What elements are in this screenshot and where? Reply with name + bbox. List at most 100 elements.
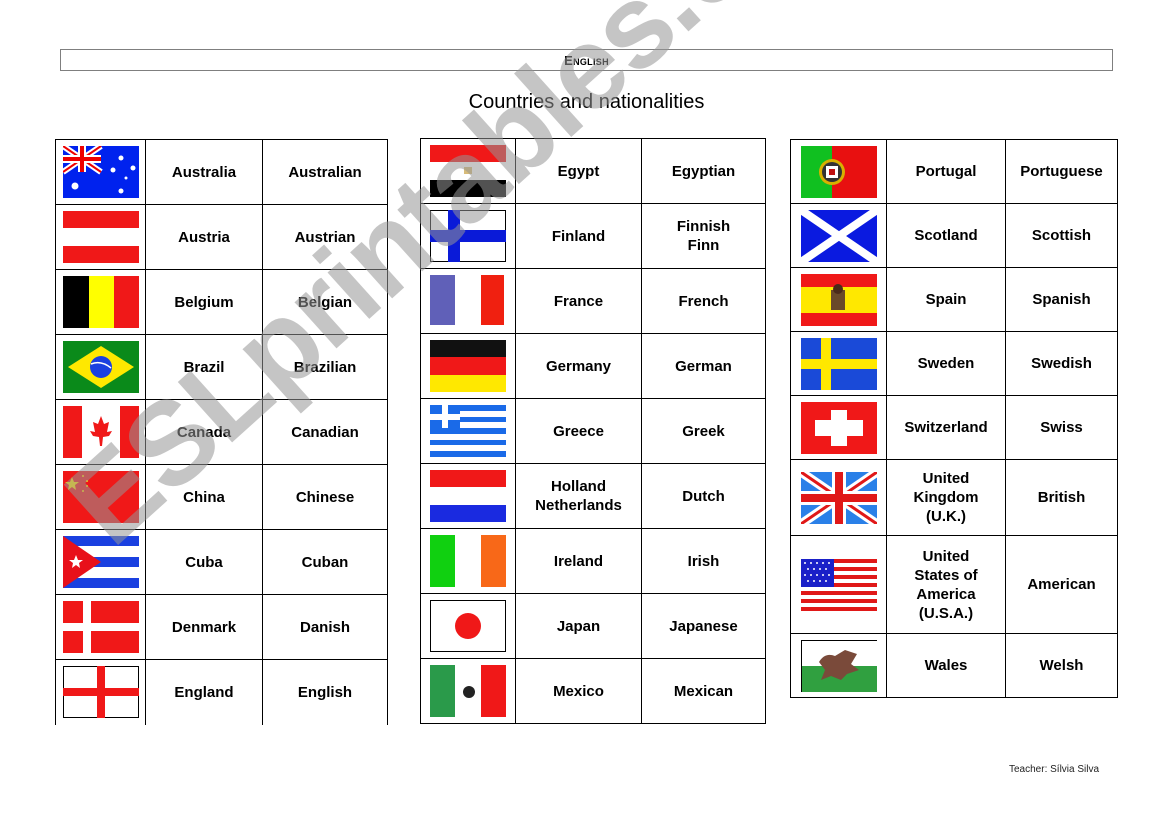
germany-flag-icon xyxy=(430,340,506,392)
country-cell: United States of America (U.S.A.) xyxy=(886,535,1006,634)
table-row: France French xyxy=(420,268,766,334)
flag-cell xyxy=(790,267,887,332)
china-flag-icon xyxy=(62,471,139,523)
belgium-flag-icon xyxy=(62,276,139,328)
australia-flag-icon xyxy=(62,146,139,198)
nationality-cell: Mexican xyxy=(641,658,766,724)
flag-cell xyxy=(55,659,146,725)
japan-flag-icon xyxy=(430,600,506,652)
country-cell: Egypt xyxy=(515,138,642,204)
table-row: United States of America (U.S.A.) America… xyxy=(790,535,1118,634)
uk-flag-icon xyxy=(800,471,877,524)
nationality-cell: German xyxy=(641,333,766,399)
country-cell: Denmark xyxy=(145,594,263,660)
table-row: Cuba Cuban xyxy=(55,529,388,595)
flag-cell xyxy=(420,398,516,464)
scotland-flag-icon xyxy=(800,209,877,262)
table-row: Scotland Scottish xyxy=(790,203,1118,268)
nationality-cell: British xyxy=(1005,459,1118,536)
nationality-cell: Austrian xyxy=(262,204,388,270)
flag-cell xyxy=(790,535,887,634)
nationality-cell: Spanish xyxy=(1005,267,1118,332)
table-row: United Kingdom (U.K.) British xyxy=(790,459,1118,536)
egypt-flag-icon xyxy=(430,145,506,197)
nationality-cell: Cuban xyxy=(262,529,388,595)
table-row: Finland Finnish Finn xyxy=(420,203,766,269)
nationality-table-3: Portugal Portuguese Scotland Scottish Spain S… xyxy=(790,139,1118,698)
flag-cell xyxy=(790,395,887,460)
country-cell: Brazil xyxy=(145,334,263,400)
flag-cell xyxy=(55,399,146,465)
country-cell: Sweden xyxy=(886,331,1006,396)
country-cell: United Kingdom (U.K.) xyxy=(886,459,1006,536)
country-cell: Germany xyxy=(515,333,642,399)
teacher-credit: Teacher: Sílvia Silva xyxy=(1009,764,1100,775)
nationality-cell: Swiss xyxy=(1005,395,1118,460)
table-row: Holland Netherlands Dutch xyxy=(420,463,766,529)
england-flag-icon xyxy=(62,666,139,719)
mexico-flag-icon xyxy=(430,665,506,717)
netherlands-flag-icon xyxy=(430,470,506,522)
table-row: Germany German xyxy=(420,333,766,399)
country-cell: Canada xyxy=(145,399,263,465)
usa-flag-icon xyxy=(800,558,877,611)
table-row: Brazil Brazilian xyxy=(55,334,388,400)
table-row: Greece Greek xyxy=(420,398,766,464)
nationality-cell: Japanese xyxy=(641,593,766,659)
austria-flag-icon xyxy=(62,211,139,263)
flag-cell xyxy=(55,139,146,205)
table-row: Wales Welsh xyxy=(790,633,1118,698)
nationality-cell: Swedish xyxy=(1005,331,1118,396)
country-cell: Austria xyxy=(145,204,263,270)
flag-cell xyxy=(420,138,516,204)
table-row: Mexico Mexican xyxy=(420,658,766,724)
subject-label: English xyxy=(564,52,609,68)
flag-cell xyxy=(420,658,516,724)
country-cell: England xyxy=(145,659,263,725)
table-row: Ireland Irish xyxy=(420,528,766,594)
table-row: Austria Austrian xyxy=(55,204,388,270)
flag-cell xyxy=(55,464,146,530)
flag-cell xyxy=(55,204,146,270)
nationality-cell: Finnish Finn xyxy=(641,203,766,269)
flag-cell xyxy=(420,203,516,269)
brazil-flag-icon xyxy=(62,341,139,393)
greece-flag-icon xyxy=(430,405,506,457)
country-cell: Spain xyxy=(886,267,1006,332)
nationality-cell: Belgian xyxy=(262,269,388,335)
sweden-flag-icon xyxy=(800,337,877,390)
country-cell: Japan xyxy=(515,593,642,659)
page-title: Countries and nationalities xyxy=(468,91,705,113)
cuba-flag-icon xyxy=(62,536,139,588)
flag-cell xyxy=(55,269,146,335)
country-cell: Holland Netherlands xyxy=(515,463,642,529)
nationality-cell: American xyxy=(1005,535,1118,634)
table-row: Sweden Swedish xyxy=(790,331,1118,396)
flag-cell xyxy=(55,594,146,660)
finland-flag-icon xyxy=(430,210,506,262)
denmark-flag-icon xyxy=(62,601,139,653)
nationality-cell: Australian xyxy=(262,139,388,205)
nationality-cell: Dutch xyxy=(641,463,766,529)
nationality-cell: Danish xyxy=(262,594,388,660)
flag-cell xyxy=(790,633,887,698)
country-cell: France xyxy=(515,268,642,334)
table-row: China Chinese xyxy=(55,464,388,530)
flag-cell xyxy=(420,268,516,334)
ireland-flag-icon xyxy=(430,535,506,587)
nationality-cell: Chinese xyxy=(262,464,388,530)
flag-cell xyxy=(55,334,146,400)
flag-cell xyxy=(790,331,887,396)
table-row: Japan Japanese xyxy=(420,593,766,659)
table-row: Spain Spanish xyxy=(790,267,1118,332)
nationality-cell: Irish xyxy=(641,528,766,594)
country-cell: Ireland xyxy=(515,528,642,594)
nationality-cell: Egyptian xyxy=(641,138,766,204)
country-cell: Portugal xyxy=(886,139,1006,204)
country-cell: China xyxy=(145,464,263,530)
flag-cell xyxy=(420,333,516,399)
table-row: Australia Australian xyxy=(55,139,388,205)
nationality-cell: Portuguese xyxy=(1005,139,1118,204)
table-row: Portugal Portuguese xyxy=(790,139,1118,204)
nationality-table-1: Australia Australian Austria Austrian Belgiu… xyxy=(55,139,388,725)
